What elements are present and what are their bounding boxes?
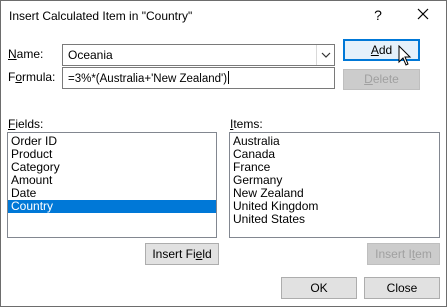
items-label: Items: — [230, 117, 263, 131]
field-list-item[interactable]: Country — [8, 200, 216, 213]
delete-button[interactable]: Delete — [343, 69, 420, 90]
help-button[interactable]: ? — [371, 7, 385, 23]
fields-label: Fields: — [8, 117, 44, 131]
field-list-item[interactable]: Amount — [8, 174, 216, 187]
name-value[interactable]: Oceania — [68, 48, 113, 62]
text-caret — [228, 71, 230, 84]
formula-label: Formula: — [8, 70, 56, 84]
close-icon[interactable] — [413, 4, 433, 24]
items-listbox[interactable]: Australia Canada France Germany New Zealand U… — [229, 132, 440, 238]
formula-input[interactable]: =3%*(Australia+'New Zealand') — [62, 67, 335, 89]
fields-listbox[interactable]: Order ID Product Category Amount Date Country — [7, 132, 217, 238]
insert-item-button[interactable]: Insert Item — [367, 243, 440, 265]
title-bar: Insert Calculated Item in "Country" ? — [1, 1, 446, 31]
chevron-down-icon — [321, 52, 330, 58]
name-combobox[interactable]: Oceania — [62, 44, 335, 66]
close-button[interactable]: Close — [364, 277, 440, 299]
insert-field-button[interactable]: Insert Field — [145, 243, 219, 265]
ok-button[interactable]: OK — [281, 277, 357, 299]
item-list-item[interactable]: United States — [230, 213, 439, 226]
formula-value[interactable]: =3%*(Australia+'New Zealand') — [68, 71, 230, 85]
insert-calculated-item-dialog: Insert Calculated Item in "Country" ? Na… — [0, 0, 447, 307]
mouse-pointer-icon — [398, 45, 412, 66]
name-label: Name: — [8, 47, 44, 61]
dropdown-arrow[interactable] — [316, 45, 334, 65]
dialog-title: Insert Calculated Item in "Country" — [9, 9, 193, 23]
